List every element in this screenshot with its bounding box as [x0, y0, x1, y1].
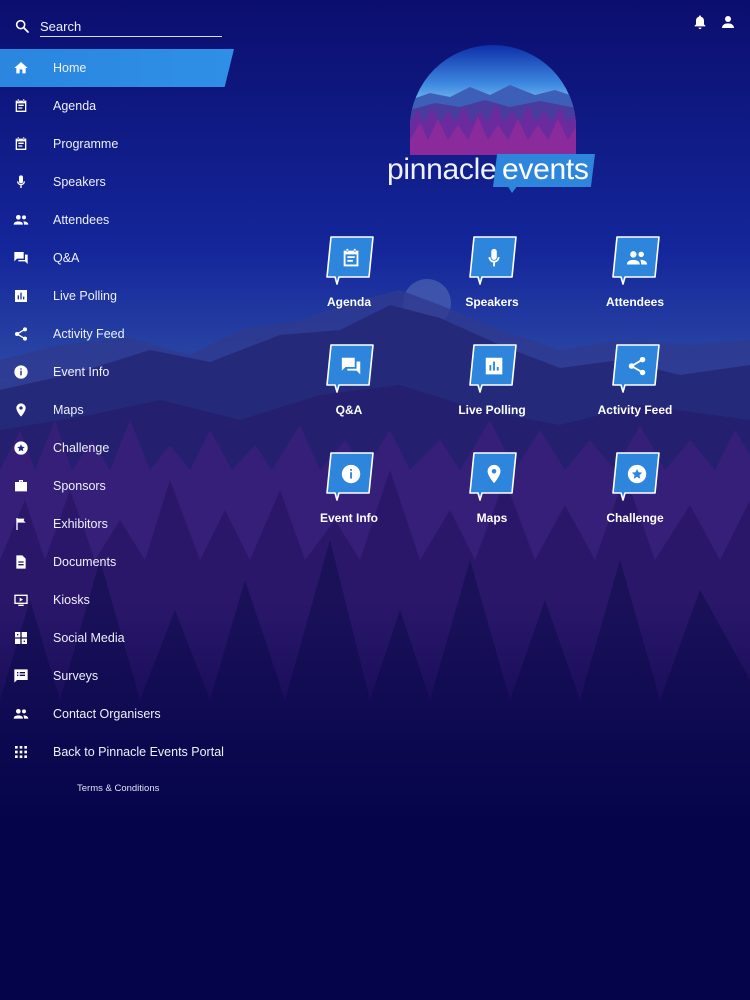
sidebar-item-label: Surveys	[53, 669, 99, 683]
tile-label: Agenda	[326, 295, 371, 309]
tile-label: Q&A	[335, 403, 363, 417]
tile-event-info[interactable]: Event Info	[289, 452, 409, 540]
tile-challenge[interactable]: Challenge	[575, 452, 695, 540]
sidebar-item-documents[interactable]: Documents	[0, 543, 236, 581]
sidebar-item-qa[interactable]: Q&A	[0, 239, 236, 277]
sidebar-item-label: Sponsors	[53, 479, 106, 493]
tile-badge	[612, 236, 660, 285]
tile-qa[interactable]: Q&A	[289, 344, 409, 432]
sidebar-item-kiosks[interactable]: Kiosks	[0, 581, 236, 619]
sidebar-item-label: Documents	[53, 555, 117, 569]
sidebar-item-social-media[interactable]: Social Media	[0, 619, 236, 657]
sidebar-item-exhibitors[interactable]: Exhibitors	[0, 505, 236, 543]
briefcase-icon	[15, 480, 27, 492]
sidebar-item-label: Speakers	[53, 175, 106, 189]
sidebar-item-home[interactable]: Home	[0, 49, 236, 87]
flag-icon	[16, 518, 26, 530]
sidebar-item-sponsors[interactable]: Sponsors	[0, 467, 236, 505]
map-pin-icon	[16, 403, 26, 417]
sidebar-item-label: Challenge	[53, 441, 110, 455]
sidebar-item-label: Attendees	[53, 213, 110, 227]
calendar-icon	[15, 99, 27, 112]
bell-icon[interactable]	[692, 14, 708, 30]
sidebar-item-attendees[interactable]: Attendees	[0, 201, 236, 239]
sidebar-item-agenda[interactable]: Agenda	[0, 87, 236, 125]
tile-maps[interactable]: Maps	[432, 452, 552, 540]
sidebar-item-label: Back to Pinnacle Events Portal	[53, 745, 224, 759]
sidebar-item-label: Exhibitors	[53, 517, 108, 531]
tile-badge	[326, 344, 374, 393]
sidebar-item-label: Programme	[53, 137, 119, 151]
tile-label: Live Polling	[458, 403, 526, 417]
sidebar-item-label: Event Info	[53, 365, 110, 379]
social-icon	[15, 632, 27, 644]
sidebar-item-label: Home	[53, 61, 87, 75]
sidebar-item-contact-organisers[interactable]: Contact Organisers	[0, 695, 236, 733]
tile-label: Challenge	[606, 511, 664, 525]
tile-badge	[326, 236, 374, 285]
tile-activity-feed[interactable]: Activity Feed	[575, 344, 695, 432]
sidebar-item-label: Maps	[53, 403, 84, 417]
chat-icon	[14, 252, 28, 264]
sidebar-item-label: Activity Feed	[53, 327, 125, 341]
people-icon	[13, 709, 29, 719]
sidebar-item-label: Q&A	[53, 251, 80, 265]
tile-badge	[612, 452, 660, 501]
header-actions	[692, 14, 736, 30]
logo-word-pinnacle: pinnacle	[387, 153, 497, 186]
sidebar-nav: Home Agenda Programme Speakers Attendees…	[0, 49, 236, 771]
search-input[interactable]	[40, 16, 222, 37]
sidebar-item-label: Kiosks	[53, 593, 90, 607]
sidebar-item-surveys[interactable]: Surveys	[0, 657, 236, 695]
tile-label: Speakers	[465, 295, 519, 309]
sidebar-item-activity-feed[interactable]: Activity Feed	[0, 315, 236, 353]
tile-live-polling[interactable]: Live Polling	[432, 344, 552, 432]
sidebar-item-event-info[interactable]: Event Info	[0, 353, 236, 391]
home-icon	[14, 62, 28, 74]
sidebar-item-speakers[interactable]: Speakers	[0, 163, 236, 201]
grid-icon	[15, 746, 27, 758]
tile-badge	[469, 452, 517, 501]
logo-wordmark: pinnacle events	[385, 150, 605, 196]
tile-label: Attendees	[605, 295, 664, 309]
tile-label: Activity Feed	[597, 403, 673, 417]
info-icon	[14, 365, 28, 379]
tile-attendees[interactable]: Attendees	[575, 236, 695, 324]
people-icon	[13, 215, 29, 225]
tile-badge	[469, 236, 517, 285]
search-icon[interactable]	[14, 18, 30, 34]
document-icon	[16, 555, 26, 569]
sidebar-item-programme[interactable]: Programme	[0, 125, 236, 163]
sidebar-item-label: Contact Organisers	[53, 707, 161, 721]
tile-badge	[612, 344, 660, 393]
logo-emblem	[410, 45, 576, 155]
search-bar	[14, 16, 226, 38]
logo-word-events: events	[502, 153, 589, 186]
tile-badge	[326, 452, 374, 501]
tile-label: Maps	[476, 511, 508, 525]
sidebar-item-challenge[interactable]: Challenge	[0, 429, 236, 467]
tile-label: Event Info	[319, 511, 378, 525]
user-icon[interactable]	[720, 14, 736, 30]
survey-icon	[14, 669, 28, 683]
sidebar-item-label: Social Media	[53, 631, 125, 645]
calendar-icon	[15, 137, 27, 150]
microphone-icon	[17, 175, 25, 188]
share-icon	[15, 327, 27, 341]
terms-link[interactable]: Terms & Conditions	[77, 783, 159, 794]
tile-speakers[interactable]: Speakers	[432, 236, 552, 324]
tile-agenda[interactable]: Agenda	[289, 236, 409, 324]
screen-icon	[14, 594, 28, 606]
sidebar-item-label: Live Polling	[53, 289, 117, 303]
sidebar-item-maps[interactable]: Maps	[0, 391, 236, 429]
bar-chart-icon	[15, 290, 27, 302]
sidebar-item-portal[interactable]: Back to Pinnacle Events Portal	[0, 733, 236, 771]
sidebar-item-label: Agenda	[53, 99, 97, 113]
star-badge-icon	[14, 441, 28, 455]
sidebar-item-live-polling[interactable]: Live Polling	[0, 277, 236, 315]
tile-badge	[469, 344, 517, 393]
